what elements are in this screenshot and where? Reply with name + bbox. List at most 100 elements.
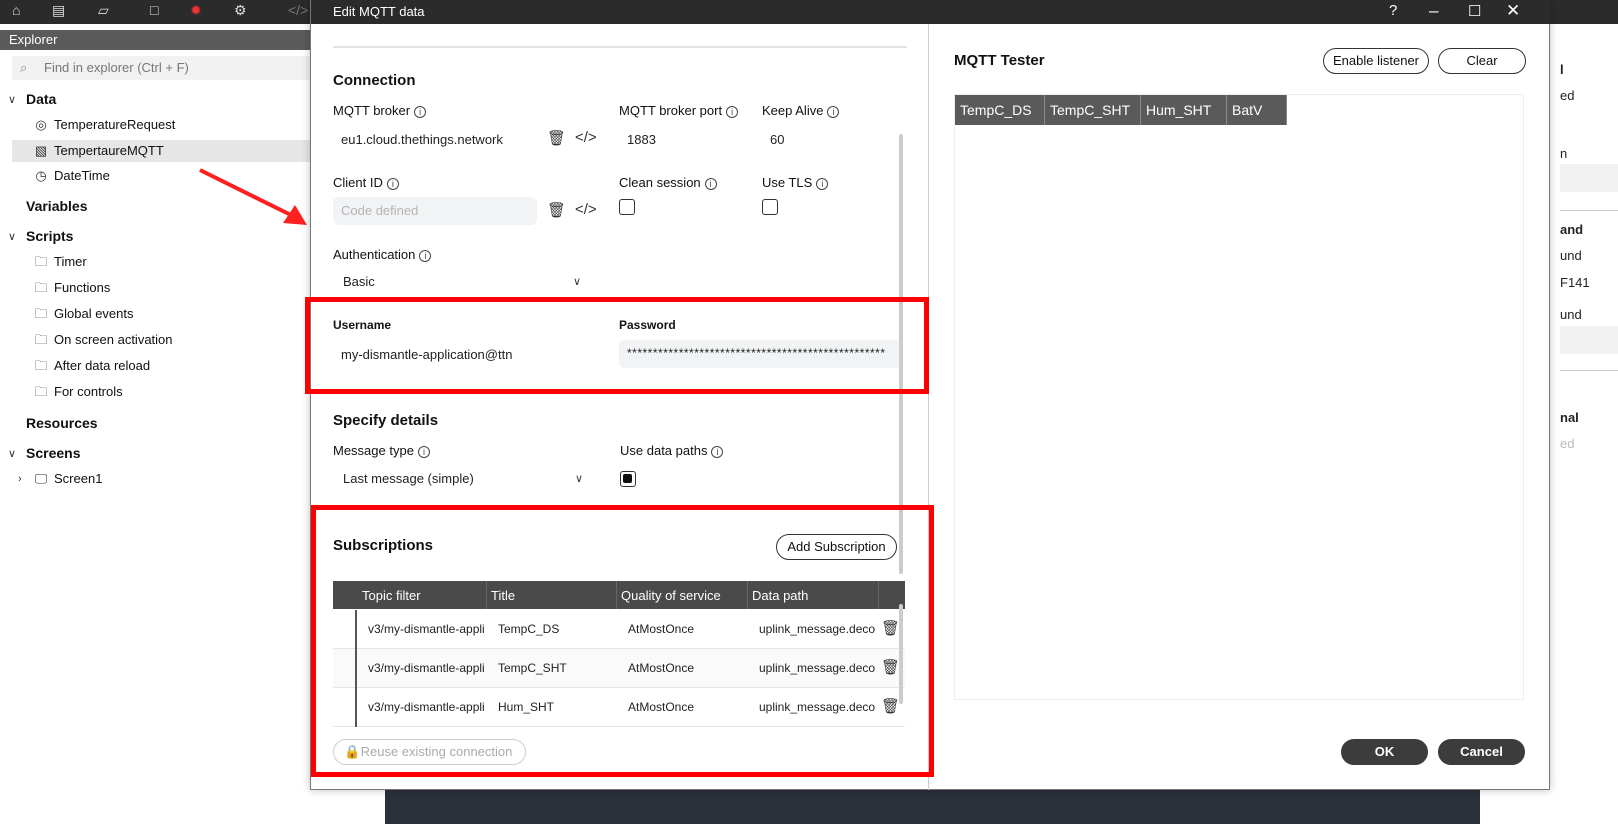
use-data-paths-checkbox[interactable] (620, 471, 636, 487)
connection-heading: Connection (333, 72, 416, 89)
maximize-icon[interactable]: ☐ (1468, 2, 1481, 20)
column-header: BatV (1227, 95, 1287, 125)
dialog-titlebar: Edit MQTT data ? – ☐ ✕ (311, 0, 1551, 24)
code-icon[interactable]: </> (575, 201, 597, 218)
tester-table-header: TempC_DS TempC_SHT Hum_SHT BatV (955, 95, 1287, 125)
column-header: TempC_DS (955, 95, 1045, 125)
highlight-credentials (305, 297, 929, 394)
tree-section-scripts[interactable]: Scripts (26, 228, 73, 244)
tree-item-timer[interactable]: 🗀 Timer (32, 251, 86, 273)
folder-icon: 🗀 (34, 254, 48, 269)
tree-item-for-controls[interactable]: 🗀 For controls (32, 381, 122, 403)
chevron-down-icon[interactable]: ∨ (8, 230, 16, 243)
broker-input[interactable]: eu1.cloud.thethings.network (341, 132, 503, 147)
code-icon[interactable]: </> (575, 129, 597, 146)
tree-item-screen1[interactable]: 🖵 Screen1 (32, 468, 103, 490)
chevron-down-icon[interactable]: ∨ (8, 447, 16, 460)
code-icon[interactable]: </> (288, 2, 308, 18)
chevron-down-icon[interactable]: ∨ (575, 472, 583, 485)
help-button[interactable]: ? (1389, 2, 1397, 19)
dialog-title: Edit MQTT data (333, 4, 425, 19)
info-icon[interactable]: i (386, 178, 399, 190)
column-header: TempC_SHT (1045, 95, 1141, 125)
info-icon[interactable]: i (417, 446, 430, 458)
info-icon[interactable]: i (827, 106, 840, 118)
stack-icon[interactable]: ▤ (52, 2, 65, 19)
details-heading: Specify details (333, 412, 439, 429)
tree-item-after-data-reload[interactable]: 🗀 After data reload (32, 355, 150, 377)
broker-label: MQTT broker i (333, 103, 427, 118)
enable-listener-button[interactable]: Enable listener (1323, 48, 1429, 74)
trash-icon[interactable]: 🗑 (547, 201, 566, 219)
highlight-subscriptions (311, 505, 934, 777)
host-bottom-bar (385, 790, 1480, 824)
tree-item-global-events[interactable]: 🗀 Global events (32, 303, 133, 325)
use-tls-label: Use TLS i (762, 175, 829, 190)
message-type-select[interactable]: Last message (simple) (343, 471, 474, 486)
host-properties-panel: l ed n and und F141 und nal ed (1560, 24, 1618, 824)
column-header: Hum_SHT (1141, 95, 1227, 125)
port-input[interactable]: 1883 (627, 132, 656, 147)
clean-session-checkbox[interactable] (619, 199, 635, 215)
tree-section-resources[interactable]: Resources (26, 415, 98, 431)
message-type-label: Message type i (333, 443, 430, 458)
monitor-icon: 🖵 (34, 471, 48, 486)
shapes-icon[interactable]: ▱ (98, 2, 109, 19)
rest-icon: ◎ (35, 117, 47, 132)
clock-icon: ◷ (35, 168, 47, 183)
clean-session-label: Clean session i (619, 175, 717, 190)
use-tls-checkbox[interactable] (762, 199, 778, 215)
ok-button[interactable]: OK (1341, 739, 1428, 765)
tree-section-data[interactable]: Data (26, 91, 56, 107)
chevron-down-icon[interactable]: ∨ (573, 275, 581, 288)
chevron-down-icon[interactable]: ∨ (8, 93, 16, 106)
mqtt-tester-pane: MQTT Tester Enable listener Clear TempC_… (930, 24, 1551, 790)
info-icon[interactable]: i (816, 178, 829, 190)
folder-icon: 🗀 (34, 384, 48, 399)
frame-icon[interactable]: □ (150, 2, 158, 18)
info-icon[interactable]: i (414, 106, 427, 118)
keepalive-input[interactable]: 60 (770, 132, 784, 147)
home-icon[interactable]: ⌂ (12, 2, 20, 18)
info-icon[interactable]: i (704, 178, 717, 190)
close-icon[interactable]: ✕ (1506, 1, 1520, 21)
alert-gear-icon[interactable]: ✹ (190, 2, 202, 19)
trash-icon[interactable]: 🗑 (547, 129, 566, 147)
folder-icon: 🗀 (34, 332, 48, 347)
search-icon: ⌕ (20, 60, 28, 75)
keepalive-label: Keep Alive i (762, 103, 840, 118)
mqtt-icon: ▧ (34, 143, 48, 158)
clear-button[interactable]: Clear (1438, 48, 1526, 74)
clientid-input[interactable]: Code defined (333, 197, 537, 225)
info-icon[interactable]: i (726, 106, 739, 118)
tree-item-on-screen-activation[interactable]: 🗀 On screen activation (32, 329, 172, 351)
tree-item-temperaturerequest[interactable]: ◎ TemperatureRequest (32, 114, 175, 136)
folder-icon: 🗀 (34, 358, 48, 373)
host-field (1560, 326, 1618, 354)
host-field (1560, 164, 1618, 192)
gear-icon[interactable]: ⚙ (234, 2, 247, 19)
tree-item-functions[interactable]: 🗀 Functions (32, 277, 110, 299)
tester-output: TempC_DS TempC_SHT Hum_SHT BatV (954, 94, 1524, 700)
clientid-label: Client ID i (333, 175, 399, 190)
tester-title: MQTT Tester (954, 52, 1045, 69)
info-icon[interactable]: i (711, 446, 724, 458)
tree-item-tempertauremqtt[interactable]: ▧ TempertaureMQTT (12, 140, 320, 162)
auth-label: Authentication i (333, 247, 432, 262)
red-arrow-annotation (199, 168, 307, 225)
cancel-button[interactable]: Cancel (1438, 739, 1525, 765)
minimize-icon[interactable]: – (1429, 1, 1438, 21)
explorer-search[interactable]: ⌕ Find in explorer (Ctrl + F) (12, 56, 320, 80)
folder-icon: 🗀 (34, 306, 48, 321)
search-placeholder: Find in explorer (Ctrl + F) (44, 60, 189, 75)
info-icon[interactable]: i (419, 250, 432, 262)
tree-section-variables[interactable]: Variables (26, 198, 88, 214)
tree-section-screens[interactable]: Screens (26, 445, 80, 461)
chevron-right-icon[interactable]: › (18, 473, 22, 485)
folder-icon: 🗀 (34, 280, 48, 295)
use-data-paths-label: Use data paths i (620, 443, 724, 458)
explorer-header: Explorer (0, 30, 320, 50)
port-label: MQTT broker port i (619, 103, 739, 118)
tree-item-datetime[interactable]: ◷ DateTime (32, 165, 110, 187)
auth-select[interactable]: Basic (343, 274, 375, 289)
